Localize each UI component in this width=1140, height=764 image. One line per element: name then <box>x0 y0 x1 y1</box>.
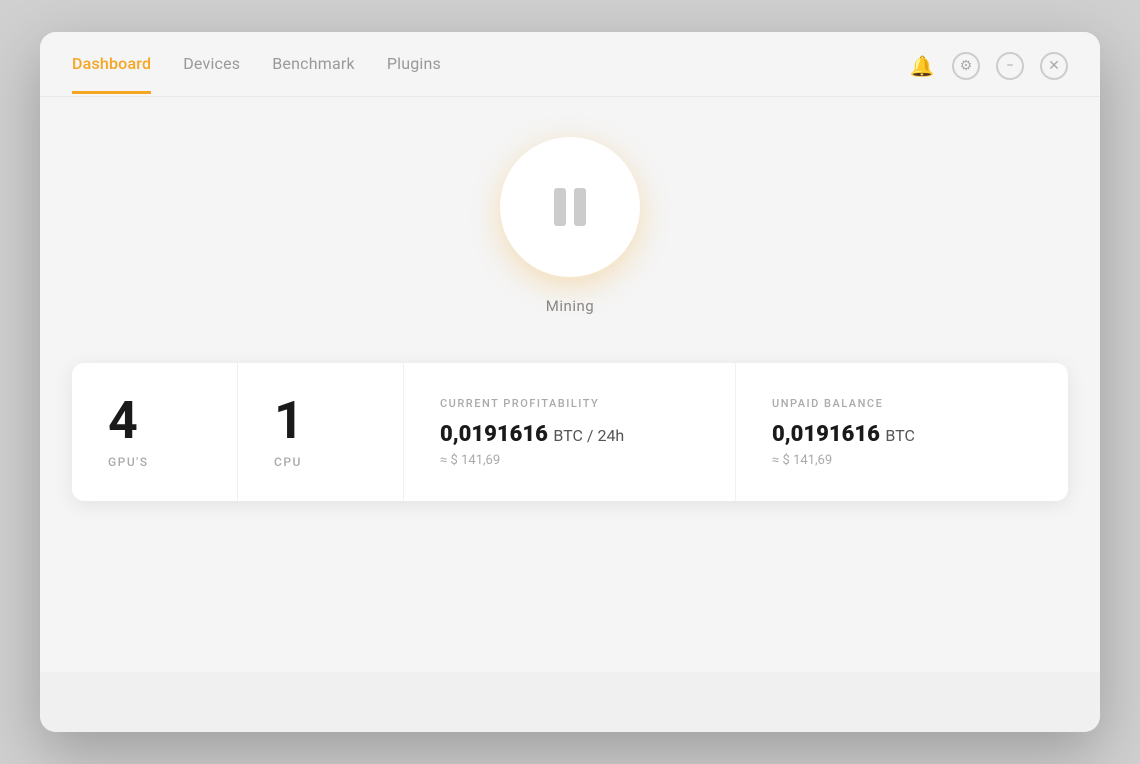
bottom-bar <box>40 672 1100 732</box>
close-icon[interactable]: ✕ <box>1040 52 1068 80</box>
profitability-card: CURRENT PROFITABILITY 0,0191616 BTC / 24… <box>404 363 736 501</box>
unpaid-balance-usd: ≈ $ 141,69 <box>772 453 832 468</box>
pause-icon <box>554 188 586 226</box>
stats-grid: 4 GPU'S 1 CPU CURRENT PROFITABILITY 0,01… <box>72 363 1068 501</box>
gpu-stat-card: 4 GPU'S <box>72 363 238 501</box>
notifications-icon[interactable]: 🔔 <box>908 52 936 80</box>
pause-bar-left <box>554 188 566 226</box>
mining-toggle-button[interactable] <box>500 137 640 277</box>
gpu-count: 4 <box>108 395 138 447</box>
mining-status-label: Mining <box>546 297 594 315</box>
profitability-usd: ≈ $ 141,69 <box>440 453 500 468</box>
title-bar: Dashboard Devices Benchmark Plugins 🔔 ⚙ … <box>40 32 1100 97</box>
window-controls: 🔔 ⚙ − ✕ <box>908 52 1068 96</box>
settings-icon[interactable]: ⚙ <box>952 52 980 80</box>
pause-bar-right <box>574 188 586 226</box>
profitability-value: 0,0191616 BTC / 24h <box>440 422 624 447</box>
gpu-label: GPU'S <box>108 455 148 469</box>
cpu-count: 1 <box>274 395 304 447</box>
cpu-label: CPU <box>274 455 302 469</box>
unpaid-balance-value: 0,0191616 BTC <box>772 422 915 447</box>
unpaid-balance-card: UNPAID BALANCE 0,0191616 BTC ≈ $ 141,69 <box>736 363 1068 501</box>
tab-benchmark[interactable]: Benchmark <box>272 54 355 94</box>
tab-dashboard[interactable]: Dashboard <box>72 54 151 94</box>
nav-tabs: Dashboard Devices Benchmark Plugins <box>72 54 441 94</box>
profitability-unit: BTC / 24h <box>553 426 624 445</box>
tab-devices[interactable]: Devices <box>183 54 240 94</box>
cpu-stat-card: 1 CPU <box>238 363 404 501</box>
minimize-icon[interactable]: − <box>996 52 1024 80</box>
mining-button-container: Mining <box>500 137 640 315</box>
profitability-title: CURRENT PROFITABILITY <box>440 397 599 410</box>
unpaid-balance-title: UNPAID BALANCE <box>772 397 883 410</box>
main-content: Mining 4 GPU'S 1 CPU CURRENT PROFITABILI… <box>40 97 1100 672</box>
app-window: Dashboard Devices Benchmark Plugins 🔔 ⚙ … <box>40 32 1100 732</box>
tab-plugins[interactable]: Plugins <box>387 54 441 94</box>
unpaid-balance-unit: BTC <box>885 426 915 445</box>
